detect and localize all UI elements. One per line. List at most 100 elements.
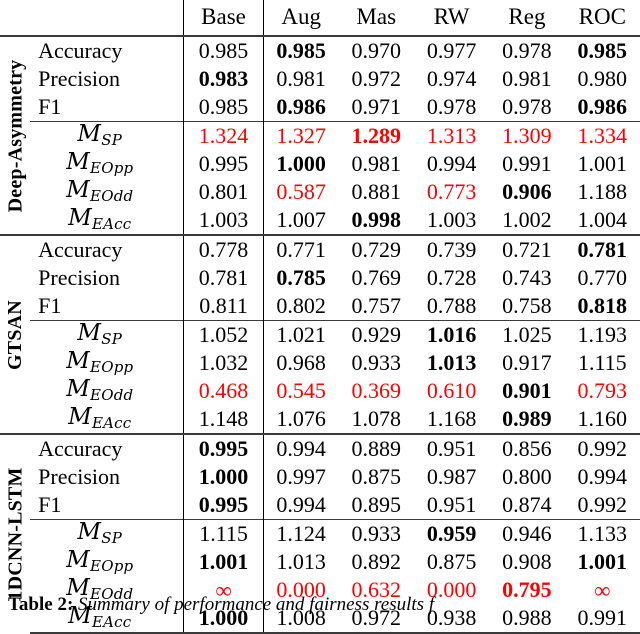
column-header-aug: Aug [262, 0, 339, 36]
cell-rw: 0.788 [426, 293, 477, 318]
table-row: MSP 1.115 1.124 0.933 0.959 0.946 1.133 [0, 519, 640, 548]
metric-symbol: M [77, 121, 102, 148]
cell-reg: 0.874 [502, 492, 552, 517]
cell-rw: 0.974 [426, 66, 477, 91]
cell-mas: 0.981 [351, 151, 401, 176]
cell-aug: 0.785 [262, 264, 339, 292]
cell-rw: 0.977 [413, 35, 490, 65]
metric-name: Accuracy [30, 35, 184, 65]
cell-rw: 0.728 [426, 265, 477, 290]
cell-roc: 1.188 [577, 179, 628, 204]
caption-label: Table 2: [8, 594, 74, 615]
cell-aug: 0.771 [262, 234, 339, 264]
cell-roc: 1.001 [577, 151, 628, 176]
metric-subscript: EOdd [90, 187, 134, 206]
cell-base: 0.995 [183, 491, 264, 520]
cell-roc: 0.980 [577, 66, 628, 91]
header-metric-column [30, 0, 184, 36]
column-header-reg: Reg [508, 4, 546, 29]
cell-reg: 0.721 [489, 234, 565, 264]
metric-symbol: M [68, 205, 92, 232]
cell-roc: 0.985 [564, 35, 640, 65]
cell-roc: 0.992 [564, 433, 640, 463]
cell-mas: 0.970 [338, 35, 414, 65]
cell-reg: 0.908 [502, 549, 552, 574]
cell-aug: 0.997 [262, 463, 339, 491]
column-header-mas: Mas [356, 4, 397, 29]
metric-name: Accuracy [30, 234, 184, 264]
cell-rw: 0.959 [413, 519, 490, 548]
metric-symbol: M [66, 547, 91, 574]
metric-name: Precision [38, 464, 121, 489]
metric-name-math: MEOpp [30, 150, 184, 178]
cell-reg: 0.856 [489, 433, 565, 463]
group-label-text: GTSAN [4, 299, 27, 370]
metric-subscript: EAcc [91, 613, 132, 632]
table-row: Precision 1.000 0.997 0.875 0.987 0.800 0.994 [0, 463, 640, 491]
metric-symbol: M [66, 376, 91, 403]
metric-name-math: MEAcc [30, 405, 184, 434]
metric-name: Precision [38, 265, 121, 290]
cell-mas: 1.078 [351, 406, 401, 431]
metric-name: Precision [38, 66, 121, 91]
cell-aug: 1.021 [262, 320, 339, 349]
table-row: F1 0.985 0.986 0.971 0.978 0.978 0.986 [0, 93, 640, 122]
metric-name-math: MEOdd [30, 178, 184, 206]
cell-base: 0.985 [183, 35, 264, 65]
metric-subscript: SP [101, 131, 123, 150]
cell-rw: 0.978 [426, 94, 477, 119]
cell-aug: 1.327 [262, 121, 339, 150]
cell-roc: 1.115 [577, 350, 627, 375]
metric-symbol: M [66, 177, 91, 204]
table-row: MSP 1.324 1.327 1.289 1.313 1.309 1.334 [0, 121, 640, 150]
cell-aug: 0.985 [262, 35, 339, 65]
table-figure: Base Aug Mas RW Reg ROC Deep-Asymmetry Accuracy… [0, 0, 640, 634]
table-row: MEAcc 1.003 1.007 0.998 1.003 1.002 1.004 [0, 206, 640, 235]
cell-reg: 1.309 [489, 121, 565, 150]
table-row: F1 0.995 0.994 0.895 0.951 0.874 0.992 [0, 491, 640, 520]
cell-reg: 0.758 [502, 293, 552, 318]
cell-reg: 0.906 [502, 179, 552, 204]
table-row: Deep-Asymmetry Accuracy 0.985 0.985 0.970 0.9… [0, 35, 640, 235]
cell-aug: 0.802 [262, 292, 339, 321]
cell-mas: 1.289 [338, 121, 414, 150]
cell-rw: 0.987 [426, 464, 477, 489]
cell-base: 0.811 [183, 292, 264, 321]
cell-rw: 1.168 [426, 406, 477, 431]
metric-name: F1 [38, 293, 62, 318]
cell-aug: 1.000 [262, 150, 339, 178]
metric-symbol: M [68, 404, 92, 431]
cell-roc: 1.004 [577, 207, 628, 232]
table-row: F1 0.811 0.802 0.757 0.788 0.758 0.818 [0, 292, 640, 321]
cell-roc: 1.160 [577, 406, 628, 431]
column-header-roc: ROC [578, 4, 626, 29]
cell-reg: 0.981 [502, 66, 552, 91]
cell-reg: 0.946 [489, 519, 565, 548]
header-spacer-rotate [0, 0, 30, 36]
group-label-2: GTSAN [0, 234, 31, 434]
cell-base: 1.115 [183, 519, 264, 548]
metric-subscript: EOpp [90, 358, 134, 377]
cell-rw: 0.994 [426, 151, 477, 176]
cell-aug: 0.986 [262, 93, 339, 122]
cell-aug: 0.968 [262, 349, 339, 377]
cell-rw: 1.003 [426, 207, 477, 232]
cell-rw: 0.610 [426, 378, 477, 403]
cell-roc: 0.818 [577, 293, 628, 318]
cell-roc: 0.793 [577, 378, 628, 403]
cell-rw: 1.313 [413, 121, 490, 150]
cell-aug: 1.007 [262, 206, 339, 235]
column-header-rw: RW [433, 4, 470, 29]
metric-subscript: SP [101, 330, 123, 349]
cell-roc: 0.781 [564, 234, 640, 264]
cell-aug: 0.587 [262, 178, 339, 206]
cell-reg: 0.901 [502, 378, 552, 403]
cell-mas: 0.971 [351, 94, 401, 119]
cell-reg: 0.978 [502, 94, 552, 119]
metric-symbol: M [66, 149, 91, 176]
table-row: 1DCNN-LSTM Accuracy 0.995 0.994 0.889 0.951 0.… [0, 433, 640, 633]
cell-roc: 1.193 [564, 320, 640, 349]
table-row: MEAcc 1.148 1.076 1.078 1.168 0.989 1.160 [0, 405, 640, 434]
results-table-body: Base Aug Mas RW Reg ROC Deep-Asymmetry Accuracy… [0, 0, 640, 634]
cell-base: 1.000 [183, 463, 264, 491]
